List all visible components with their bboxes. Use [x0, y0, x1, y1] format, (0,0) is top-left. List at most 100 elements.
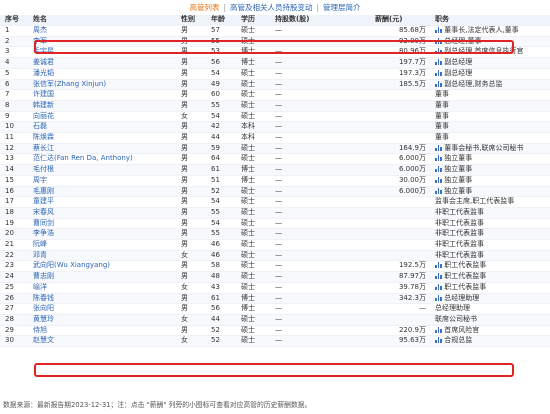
salary-chart-icon[interactable]: [435, 155, 442, 162]
cell-name[interactable]: 宋春风: [28, 207, 176, 219]
salary-chart-icon[interactable]: [435, 37, 442, 44]
header-position: 职务: [430, 15, 550, 26]
cell-age: 54: [206, 68, 236, 80]
cell-name[interactable]: 李争浩: [28, 228, 176, 241]
cell-education: 博士: [236, 57, 270, 69]
cell-shares: —: [270, 282, 370, 294]
tab-management-intro[interactable]: 管理层简介: [323, 2, 361, 13]
cell-name[interactable]: 张信军(Zhang Xinjun): [28, 79, 176, 91]
cell-position: 非职工代表监事: [430, 207, 550, 219]
cell-shares: —: [270, 175, 370, 187]
cell-name[interactable]: 周宇: [28, 175, 176, 187]
cell-gender: 男: [176, 239, 206, 251]
cell-salary: [370, 218, 430, 230]
cell-name[interactable]: 许建国: [28, 89, 176, 101]
cell-name[interactable]: 毛惠刚: [28, 186, 176, 198]
cell-salary: [370, 89, 430, 101]
cell-name[interactable]: 黄慧玲: [28, 314, 176, 326]
header-salary[interactable]: 薪酬(元): [370, 15, 430, 26]
cell-name[interactable]: 童建平: [28, 196, 176, 208]
table-row: 7 许建国男 60 硕士 — 董事: [0, 89, 550, 101]
table-row: 25 喻洋女 43 硕士 —39.78万 职工代表监事: [0, 282, 550, 294]
salary-chart-icon[interactable]: [435, 144, 442, 151]
salary-chart-icon[interactable]: [435, 27, 442, 33]
cell-shares: —: [270, 260, 370, 273]
tab-executive-list[interactable]: 高管列表: [189, 2, 219, 13]
cell-salary: [370, 250, 430, 262]
cell-name[interactable]: 姜诚君: [28, 57, 176, 69]
cell-name[interactable]: 石磊: [28, 121, 176, 134]
salary-chart-icon[interactable]: [435, 262, 442, 269]
tab-holding-changes[interactable]: 高管及相关人员持股变动: [230, 2, 313, 13]
salary-chart-icon[interactable]: [435, 187, 442, 194]
salary-chart-icon[interactable]: [435, 294, 442, 301]
table-row: 11 陈焕霖男 44 本科 — 董事: [0, 132, 550, 144]
cell-position: 联席公司秘书: [430, 314, 550, 326]
cell-gender: 男: [176, 46, 206, 59]
highlight-box-row-29: [34, 363, 514, 377]
cell-index: 4: [0, 57, 28, 69]
cell-name[interactable]: 陈春钱: [28, 293, 176, 305]
cell-index: 9: [0, 111, 28, 123]
table-row: 2 李军男 55 硕士 —92.00万 总经理,董事: [0, 36, 550, 48]
cell-name[interactable]: 陈焕霖: [28, 132, 176, 144]
cell-name[interactable]: 赵慧文: [28, 335, 176, 348]
cell-name[interactable]: 毛付根: [28, 164, 176, 176]
cell-gender: 男: [176, 89, 206, 101]
cell-age: 49: [206, 79, 236, 91]
cell-education: 硕士: [236, 143, 270, 155]
cell-name[interactable]: 范仁达(Fan Ren Da, Anthony): [28, 153, 176, 166]
cell-index: 16: [0, 186, 28, 198]
position-label: 董事长,法定代表人,董事: [444, 26, 519, 34]
cell-name[interactable]: 潘光韬: [28, 68, 176, 80]
salary-chart-icon[interactable]: [435, 69, 442, 76]
salary-chart-icon[interactable]: [435, 166, 442, 173]
cell-name[interactable]: 喻洋: [28, 282, 176, 294]
cell-age: 61: [206, 164, 236, 176]
cell-education: 博士: [236, 175, 270, 187]
cell-position: 非职工代表监事: [430, 218, 550, 230]
cell-position: 副总经理,首席信息执行官: [430, 46, 550, 59]
cell-gender: 男: [176, 293, 206, 305]
table-row: 12 蔡长江男 59 硕士 —164.9万 董事会秘书,联席公司秘书: [0, 143, 550, 155]
salary-chart-icon[interactable]: [435, 59, 442, 66]
cell-name[interactable]: 韩建新: [28, 100, 176, 112]
cell-salary: 39.78万: [370, 282, 430, 294]
cell-name[interactable]: 邓青: [28, 250, 176, 262]
cell-name[interactable]: 周杰: [28, 25, 176, 37]
cell-salary: 342.3万: [370, 293, 430, 305]
salary-chart-icon[interactable]: [435, 176, 442, 183]
cell-gender: 男: [176, 271, 206, 283]
salary-chart-icon[interactable]: [435, 326, 442, 333]
table-row: 13 范仁达(Fan Ren Da, Anthony) 男 64 硕士 —6.000万 独…: [0, 153, 550, 166]
cell-age: 58: [206, 260, 236, 273]
cell-name[interactable]: 曹志刚: [28, 271, 176, 283]
cell-education: 硕士: [236, 89, 270, 101]
position-label: 独立董事: [444, 175, 473, 184]
cell-name[interactable]: 侍旭: [28, 325, 176, 337]
cell-name[interactable]: 曹同剑: [28, 218, 176, 230]
salary-chart-icon[interactable]: [435, 283, 442, 290]
cell-shares: —: [270, 111, 370, 123]
cell-name[interactable]: 毛宇星: [28, 46, 176, 59]
cell-name[interactable]: 蔡长江: [28, 143, 176, 155]
cell-name[interactable]: 向丽花: [28, 111, 176, 123]
cell-shares: —: [270, 239, 370, 251]
salary-chart-icon[interactable]: [435, 273, 442, 280]
salary-chart-icon[interactable]: [435, 80, 442, 87]
cell-name[interactable]: 武向阳(Wu Xiangyang): [28, 260, 176, 273]
cell-position: 总经理助理: [430, 293, 550, 305]
header-name: 姓名: [28, 15, 176, 26]
cell-education: 硕士: [236, 196, 270, 208]
cell-name[interactable]: 张向阳: [28, 303, 176, 315]
cell-name[interactable]: 李军: [28, 36, 176, 48]
salary-chart-icon[interactable]: [435, 337, 442, 344]
salary-chart-icon[interactable]: [435, 48, 442, 55]
cell-index: 12: [0, 143, 28, 155]
cell-salary: 164.9万: [370, 143, 430, 155]
cell-education: 硕士: [236, 250, 270, 262]
cell-education: 硕士: [236, 325, 270, 337]
cell-salary: [370, 111, 430, 123]
cell-salary: [370, 100, 430, 112]
cell-name[interactable]: 阮峰: [28, 239, 176, 251]
